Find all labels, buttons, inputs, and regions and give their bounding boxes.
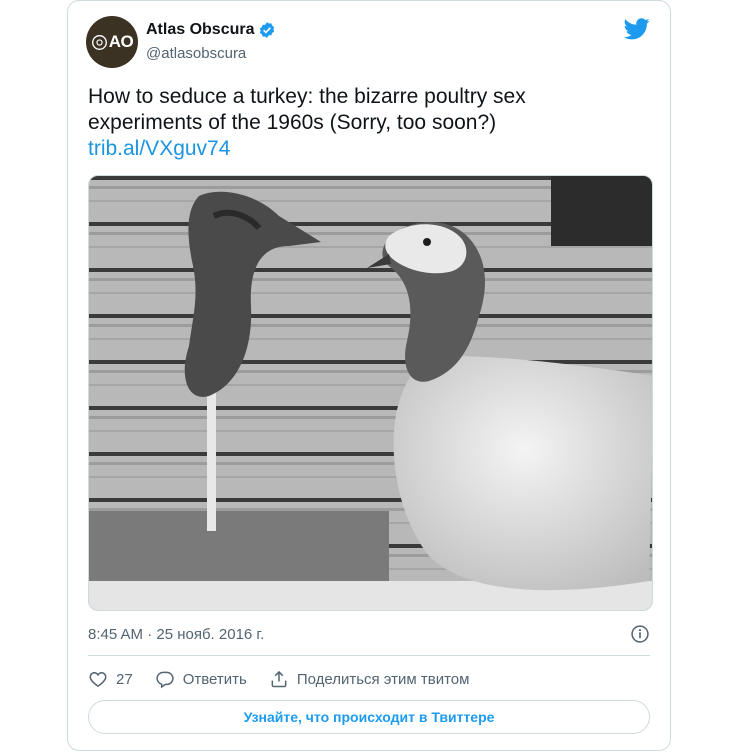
reply-label: Ответить — [182, 670, 247, 688]
author-name-row[interactable]: Atlas Obscura — [146, 21, 276, 39]
avatar[interactable]: AO — [86, 16, 138, 68]
share-button[interactable]: Поделиться этим твитом — [269, 669, 470, 689]
turkey-photo-image — [89, 176, 652, 610]
divider — [88, 655, 650, 656]
reply-icon — [156, 671, 174, 689]
share-icon — [271, 670, 287, 688]
action-bar: 27 Ответить Поделиться этим твитом — [88, 668, 491, 690]
tweet-timestamp[interactable]: 8:45 AM · 25 нояб. 2016 г. — [88, 626, 264, 643]
tweet-text: How to seduce a turkey: the bizarre poul… — [88, 84, 628, 162]
like-count: 27 — [116, 670, 133, 688]
tweet-photo[interactable] — [88, 175, 653, 611]
tweet-body: How to seduce a turkey: the bizarre poul… — [88, 85, 526, 134]
author-handle[interactable]: @atlasobscura — [146, 45, 246, 62]
like-button[interactable]: 27 — [88, 669, 133, 689]
tweet-card: AO Atlas Obscura @atlasobscura How to se… — [67, 0, 671, 751]
author-name[interactable]: Atlas Obscura — [146, 21, 254, 39]
explore-twitter-button[interactable]: Узнайте, что происходит в Твиттере — [88, 700, 650, 734]
avatar-text: AO — [108, 32, 134, 51]
tweet-link[interactable]: trib.al/VXguv74 — [88, 136, 628, 162]
atlas-obscura-logo-icon — [91, 34, 107, 50]
verified-badge-icon — [260, 22, 275, 38]
info-icon[interactable] — [630, 624, 650, 644]
heart-icon — [89, 671, 107, 687]
twitter-bird-icon[interactable] — [624, 18, 650, 40]
share-label: Поделиться этим твитом — [296, 670, 470, 688]
reply-button[interactable]: Ответить — [155, 669, 247, 689]
